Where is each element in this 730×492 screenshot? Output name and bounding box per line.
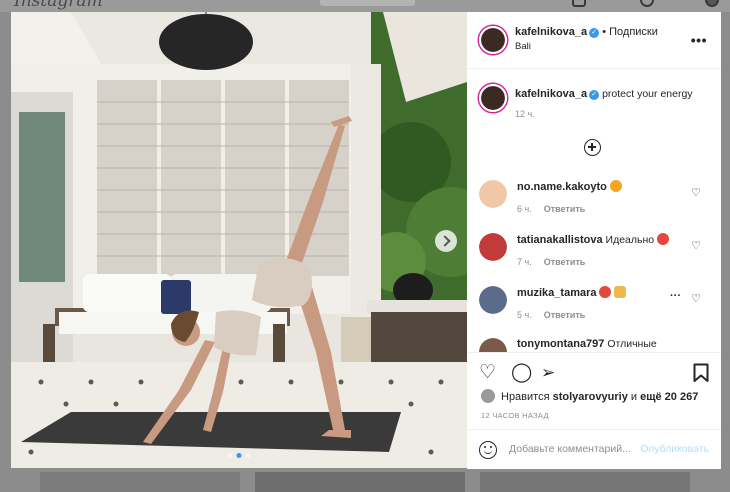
instagram-logo: Instagram — [14, 0, 103, 11]
comment-bubble-icon[interactable]: ◯ — [511, 363, 532, 383]
comment-time: 5 ч. — [517, 310, 532, 320]
comment-text: muzika_tamara — [517, 286, 627, 299]
load-more-comments-icon[interactable] — [584, 139, 601, 156]
emoji-heart-eyes-icon — [609, 180, 622, 192]
follow-status[interactable]: • Подписки — [602, 26, 658, 38]
post-side-panel: kafelnikova_a ✓ • Подписки Bali ••• kafel… — [467, 12, 721, 469]
post-photo[interactable] — [11, 12, 467, 468]
emoji-picker-icon[interactable] — [479, 441, 497, 459]
like-comment-icon[interactable]: ♡ — [691, 239, 701, 252]
comment-item: muzika_tamara 5 ч. Ответить ··· ♡ — [467, 286, 721, 336]
caption-avatar-image — [481, 86, 505, 110]
author-username[interactable]: kafelnikova_a — [515, 26, 587, 38]
comment-body: Отличные — [607, 338, 657, 350]
comment-username[interactable]: tatianakallistova — [517, 234, 603, 246]
likes-summary: Нравится stolyarovyuriy и ещё 20 267 — [481, 389, 698, 403]
comment-avatar-image — [479, 233, 507, 261]
comment-avatar[interactable] — [479, 180, 507, 208]
chevron-right-icon — [438, 235, 451, 247]
comment-options-icon[interactable]: ··· — [670, 290, 681, 302]
comment-username[interactable]: tonymontana797 — [517, 338, 604, 350]
comment-item: tonymontana797 Отличные — [467, 338, 721, 352]
author-avatar[interactable] — [479, 26, 507, 54]
share-paper-plane-icon[interactable]: ➢ — [541, 363, 555, 383]
caption-avatar[interactable] — [479, 84, 507, 112]
comment-time: 7 ч. — [517, 257, 532, 267]
emoji-pray-icon — [614, 286, 627, 298]
comment-body: Идеально — [605, 234, 655, 246]
author-line: kafelnikova_a ✓ • Подписки — [515, 26, 658, 38]
like-comment-icon[interactable]: ♡ — [691, 292, 701, 305]
carousel-dot — [245, 453, 251, 458]
comment-avatar-image — [479, 286, 507, 314]
comment-item: no.name.kakoyto 6 ч. Ответить ♡ — [467, 180, 721, 230]
post-location[interactable]: Bali — [515, 41, 531, 52]
carousel-dot-active — [236, 453, 242, 458]
caption-text: protect your energy — [602, 88, 693, 100]
comment-avatar[interactable] — [479, 286, 507, 314]
comment-item: tatianakallistova Идеально 7 ч. Ответить … — [467, 233, 721, 283]
next-slide-button[interactable] — [435, 230, 457, 252]
verified-icon: ✓ — [589, 90, 600, 100]
liker-avatar — [481, 389, 495, 403]
yoga-photo-image — [11, 12, 467, 468]
comment-text: tonymontana797 Отличные — [517, 338, 657, 350]
comment-meta: 7 ч. Ответить — [517, 257, 585, 267]
likes-prefix: Нравится — [501, 391, 550, 403]
post-caption: kafelnikova_a ✓ protect your energy — [515, 88, 693, 100]
comment-input[interactable]: Добавьте комментарий... — [509, 443, 649, 455]
background-search — [320, 0, 415, 6]
emoji-heart-eyes-icon — [657, 233, 670, 245]
carousel-dot — [227, 453, 233, 458]
liker-username[interactable]: stolyarovyuriy — [553, 391, 628, 403]
reply-button[interactable]: Ответить — [544, 204, 586, 214]
comment-username[interactable]: muzika_tamara — [517, 287, 597, 299]
reply-button[interactable]: Ответить — [544, 257, 586, 267]
verified-icon: ✓ — [589, 28, 600, 38]
post-header: kafelnikova_a ✓ • Подписки Bali ••• — [467, 12, 721, 69]
comment-meta: 5 ч. Ответить — [517, 310, 585, 320]
caption-time: 12 ч. — [515, 109, 535, 119]
caption-username[interactable]: kafelnikova_a — [515, 88, 587, 100]
comment-avatar-image — [479, 338, 507, 352]
background-tile — [40, 472, 240, 492]
save-bookmark-icon[interactable] — [693, 363, 709, 388]
comment-text: no.name.kakoyto — [517, 180, 622, 193]
comment-time: 6 ч. — [517, 204, 532, 214]
comment-text: tatianakallistova Идеально — [517, 233, 670, 246]
add-comment-bar: Добавьте комментарий... Опубликовать — [467, 429, 721, 470]
more-options-icon[interactable]: ••• — [691, 32, 707, 48]
comment-username[interactable]: no.name.kakoyto — [517, 181, 607, 193]
post-actions: ♡ ◯ ➢ Нравится stolyarovyuriy и ещё 20 2… — [467, 352, 721, 469]
home-icon — [572, 0, 586, 7]
publish-button[interactable]: Опубликовать — [640, 443, 709, 455]
reply-button[interactable]: Ответить — [544, 310, 586, 320]
like-comment-icon[interactable]: ♡ — [691, 186, 701, 199]
emoji-heart-eyes-icon — [599, 286, 612, 298]
likes-count[interactable]: ещё 20 267 — [640, 391, 698, 403]
background-tile — [480, 472, 690, 492]
comment-avatar[interactable] — [479, 338, 507, 352]
carousel-dots — [227, 453, 251, 458]
posted-time: 12 ЧАСОВ НАЗАД — [481, 411, 549, 420]
like-heart-icon[interactable]: ♡ — [479, 363, 496, 383]
comment-meta: 6 ч. Ответить — [517, 204, 585, 214]
background-tile — [255, 472, 465, 492]
comment-avatar-image — [479, 180, 507, 208]
likes-conjunction: и — [630, 391, 638, 403]
comment-avatar[interactable] — [479, 233, 507, 261]
author-avatar-image — [481, 28, 505, 52]
